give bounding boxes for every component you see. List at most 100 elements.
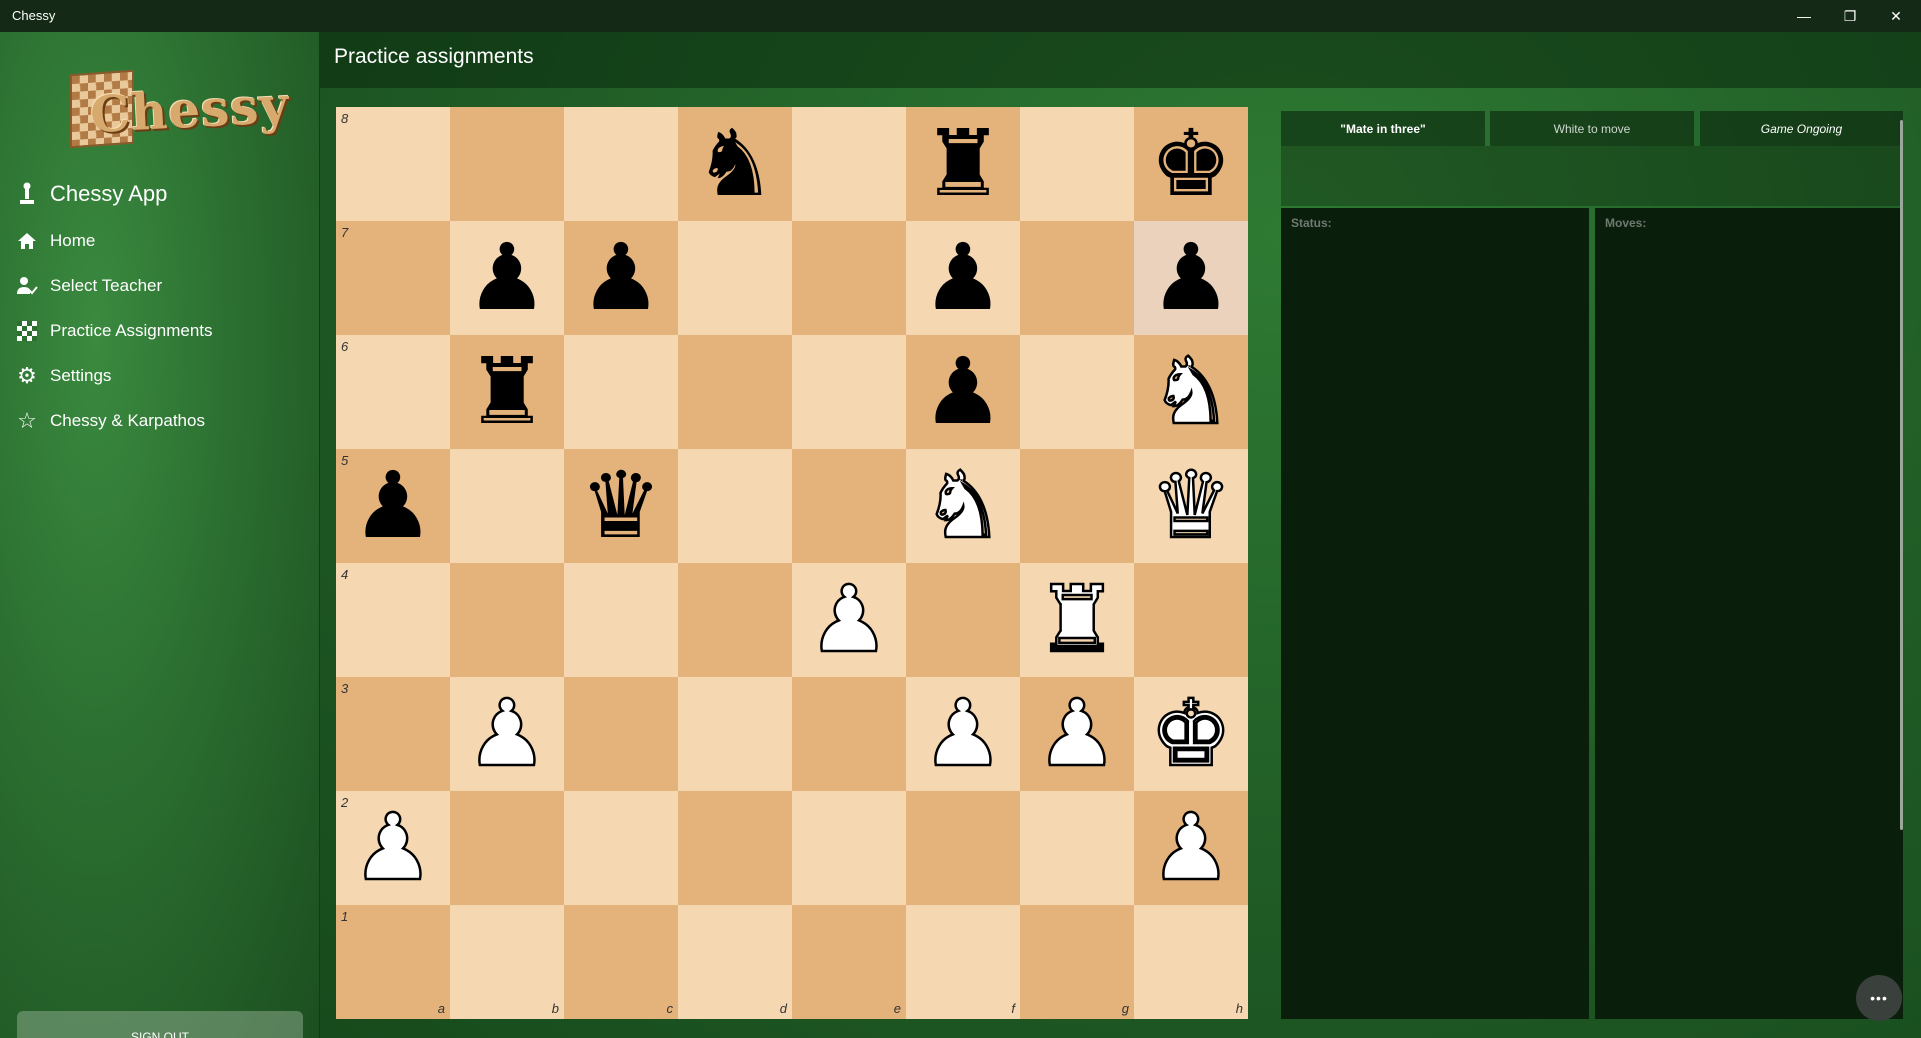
square-b2[interactable] [450,791,564,905]
square-a5[interactable]: 5 ♟ [336,449,450,563]
white-rook-piece[interactable]: ♜ [1034,572,1119,667]
black-rook-piece[interactable]: ♜ [466,346,548,438]
sidebar-header-chessy-app[interactable]: Chessy App [14,177,304,211]
black-king-piece[interactable]: ♚ [1150,118,1232,210]
square-h6[interactable]: ♞ [1134,335,1248,449]
square-e1[interactable]: e [792,905,906,1019]
game-state-button[interactable]: Game Ongoing [1700,111,1903,146]
square-c5[interactable]: ♛ [564,449,678,563]
square-c2[interactable] [564,791,678,905]
square-b4[interactable] [450,563,564,677]
square-b8[interactable] [450,107,564,221]
square-h3[interactable]: ♚ [1134,677,1248,791]
square-f8[interactable]: ♜ [906,107,1020,221]
square-d3[interactable] [678,677,792,791]
black-pawn-piece[interactable]: ♟ [922,232,1004,324]
square-a8[interactable]: 8 [336,107,450,221]
square-e6[interactable] [792,335,906,449]
white-knight-piece[interactable]: ♞ [1148,344,1233,439]
sidebar-item-select-teacher[interactable]: Select Teacher [14,269,304,303]
sidebar-item-settings[interactable]: ⚙ Settings [14,359,304,393]
square-a2[interactable]: 2 ♟ [336,791,450,905]
square-f4[interactable] [906,563,1020,677]
square-g2[interactable] [1020,791,1134,905]
square-c4[interactable] [564,563,678,677]
square-g3[interactable]: ♟ [1020,677,1134,791]
square-h1[interactable]: h [1134,905,1248,1019]
square-h8[interactable]: ♚ [1134,107,1248,221]
white-king-piece[interactable]: ♚ [1148,686,1233,781]
square-g5[interactable] [1020,449,1134,563]
square-e8[interactable] [792,107,906,221]
minimize-button[interactable]: — [1781,0,1827,32]
square-d1[interactable]: d [678,905,792,1019]
square-e7[interactable] [792,221,906,335]
square-f2[interactable] [906,791,1020,905]
square-e4[interactable]: ♟ [792,563,906,677]
white-pawn-piece[interactable]: ♟ [806,572,891,667]
black-pawn-piece[interactable]: ♟ [466,232,548,324]
square-a6[interactable]: 6 [336,335,450,449]
puzzle-title-button[interactable]: "Mate in three" [1281,111,1485,146]
black-pawn-piece[interactable]: ♟ [1150,232,1232,324]
square-e2[interactable] [792,791,906,905]
black-pawn-piece[interactable]: ♟ [352,460,434,552]
square-b3[interactable]: ♟ [450,677,564,791]
square-h5[interactable]: ♛ [1134,449,1248,563]
square-b7[interactable]: ♟ [450,221,564,335]
square-h4[interactable] [1134,563,1248,677]
square-g7[interactable] [1020,221,1134,335]
square-g1[interactable]: g [1020,905,1134,1019]
black-pawn-piece[interactable]: ♟ [922,346,1004,438]
square-d2[interactable] [678,791,792,905]
moves-panel[interactable]: Moves: [1595,208,1903,1019]
black-queen-piece[interactable]: ♛ [580,460,662,552]
square-g6[interactable] [1020,335,1134,449]
black-knight-piece[interactable]: ♞ [694,118,776,210]
white-pawn-piece[interactable]: ♟ [920,686,1005,781]
white-pawn-piece[interactable]: ♟ [1148,800,1233,895]
square-d8[interactable]: ♞ [678,107,792,221]
more-options-button[interactable]: ••• [1856,975,1902,1021]
square-f3[interactable]: ♟ [906,677,1020,791]
white-pawn-piece[interactable]: ♟ [1034,686,1119,781]
square-f5[interactable]: ♞ [906,449,1020,563]
square-f7[interactable]: ♟ [906,221,1020,335]
square-c3[interactable] [564,677,678,791]
white-pawn-piece[interactable]: ♟ [350,800,435,895]
square-c7[interactable]: ♟ [564,221,678,335]
square-g4[interactable]: ♜ [1020,563,1134,677]
square-a3[interactable]: 3 [336,677,450,791]
square-h2[interactable]: ♟ [1134,791,1248,905]
square-c8[interactable] [564,107,678,221]
square-e3[interactable] [792,677,906,791]
chess-board[interactable]: 8 ♞ ♜ ♚ 7 ♟ ♟ ♟ ♟ 6 ♜ ♟ ♞ 5 ♟ ♛ ♞ ♛ 4 ♟ ♜ 3 ♟ ♟ ♟ ♚ 2 ♟ ♟ 1 a b c d e f g h [336,107,1248,1019]
square-g8[interactable] [1020,107,1134,221]
status-panel[interactable]: Status: [1281,208,1589,1019]
square-e5[interactable] [792,449,906,563]
close-button[interactable]: ✕ [1873,0,1919,32]
black-rook-piece[interactable]: ♜ [922,118,1004,210]
square-f6[interactable]: ♟ [906,335,1020,449]
square-f1[interactable]: f [906,905,1020,1019]
square-b6[interactable]: ♜ [450,335,564,449]
square-a1[interactable]: 1a [336,905,450,1019]
restore-button[interactable]: ❐ [1827,0,1873,32]
square-a4[interactable]: 4 [336,563,450,677]
square-d4[interactable] [678,563,792,677]
square-d6[interactable] [678,335,792,449]
scrollbar[interactable] [1900,120,1903,830]
white-pawn-piece[interactable]: ♟ [464,686,549,781]
square-d7[interactable] [678,221,792,335]
square-c6[interactable] [564,335,678,449]
square-d5[interactable] [678,449,792,563]
sidebar-item-chessy-karpathos[interactable]: ☆ Chessy & Karpathos [14,404,304,438]
square-h7[interactable]: ♟ [1134,221,1248,335]
black-pawn-piece[interactable]: ♟ [580,232,662,324]
square-c1[interactable]: c [564,905,678,1019]
square-b5[interactable] [450,449,564,563]
square-a7[interactable]: 7 [336,221,450,335]
square-b1[interactable]: b [450,905,564,1019]
white-knight-piece[interactable]: ♞ [920,458,1005,553]
turn-indicator-button[interactable]: White to move [1490,111,1694,146]
